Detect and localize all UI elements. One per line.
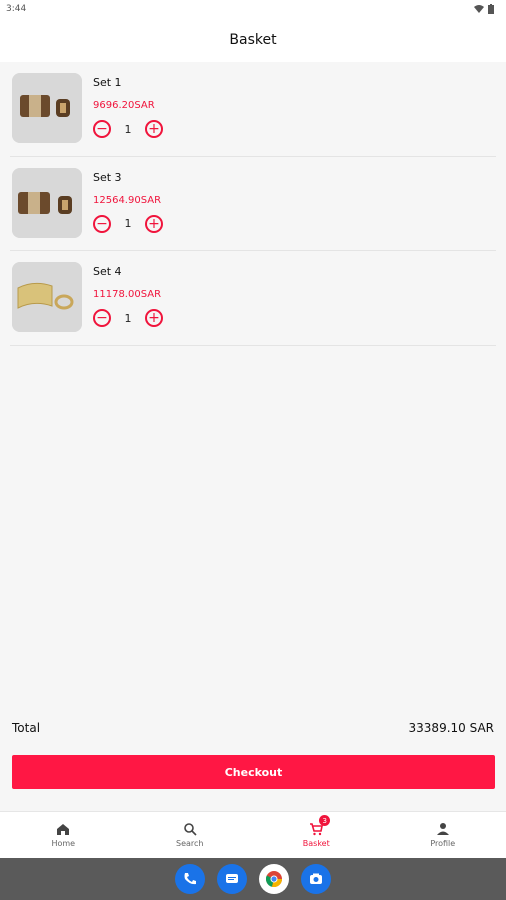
person-icon xyxy=(436,823,449,835)
basket-list: Set 1 9696.20SAR − 1 + Set 3 12564.90SAR… xyxy=(0,62,506,346)
decrease-button[interactable]: − xyxy=(93,120,111,138)
total-label: Total xyxy=(12,721,41,735)
nav-label: Home xyxy=(51,839,76,848)
product-image xyxy=(12,167,82,238)
increase-button[interactable]: + xyxy=(145,309,163,327)
phone-app[interactable] xyxy=(175,864,205,894)
increase-button[interactable]: + xyxy=(145,214,163,233)
nav-label: Profile xyxy=(430,839,456,848)
quantity-stepper: − 1 + xyxy=(93,309,163,327)
item-price: 12564.90SAR xyxy=(93,194,162,206)
item-name: Set 3 xyxy=(93,170,122,184)
messages-icon xyxy=(226,874,238,883)
nav-label: Search xyxy=(176,839,204,848)
nav-item-basket[interactable]: 3 Basket xyxy=(253,812,380,858)
page-title: Basket xyxy=(229,32,277,48)
item-price: 11178.00SAR xyxy=(93,289,162,300)
total-value: 33389.10 SAR xyxy=(408,721,494,735)
quantity-value: 1 xyxy=(124,122,132,136)
app-header: Basket xyxy=(0,18,506,62)
phone-icon xyxy=(184,873,196,885)
quantity-value: 1 xyxy=(124,217,132,230)
wifi-icon xyxy=(474,5,484,13)
battery-icon xyxy=(488,4,494,14)
nav-item-profile[interactable]: Profile xyxy=(380,812,506,858)
item-price: 9696.20SAR xyxy=(93,100,155,111)
home-icon xyxy=(57,824,70,835)
item-name: Set 4 xyxy=(93,265,122,278)
status-icons xyxy=(474,4,494,14)
increase-button[interactable]: + xyxy=(145,120,163,138)
product-image xyxy=(12,262,82,332)
item-name: Set 1 xyxy=(93,76,122,89)
list-item[interactable]: Set 3 12564.90SAR − 1 + xyxy=(10,157,496,251)
camera-icon xyxy=(310,873,322,884)
camera-app[interactable] xyxy=(301,864,331,894)
status-bar: 3:44 xyxy=(0,0,506,18)
bottom-nav: Home Search 3 Basket Profile xyxy=(0,811,506,858)
decrease-button[interactable]: − xyxy=(93,309,111,327)
cart-badge: 3 xyxy=(319,815,331,826)
list-item[interactable]: Set 4 11178.00SAR − 1 + xyxy=(10,251,496,346)
total-row: Total 33389.10 SAR xyxy=(12,718,494,738)
decrease-button[interactable]: − xyxy=(93,214,111,233)
quantity-stepper: − 1 + xyxy=(93,120,163,138)
quantity-value: 1 xyxy=(124,311,132,325)
chrome-app[interactable] xyxy=(259,864,289,894)
checkout-button[interactable]: Checkout xyxy=(12,755,495,789)
nav-item-search[interactable]: Search xyxy=(127,812,254,858)
system-dock xyxy=(0,858,506,900)
nav-label: Basket xyxy=(302,839,330,848)
status-time: 3:44 xyxy=(6,4,27,14)
messages-app[interactable] xyxy=(217,864,247,894)
quantity-stepper: − 1 + xyxy=(93,214,163,233)
search-icon xyxy=(183,823,197,836)
nav-item-home[interactable]: Home xyxy=(0,812,127,858)
list-item[interactable]: Set 1 9696.20SAR − 1 + xyxy=(10,62,496,157)
product-image xyxy=(12,73,82,143)
chrome-icon xyxy=(266,871,282,887)
